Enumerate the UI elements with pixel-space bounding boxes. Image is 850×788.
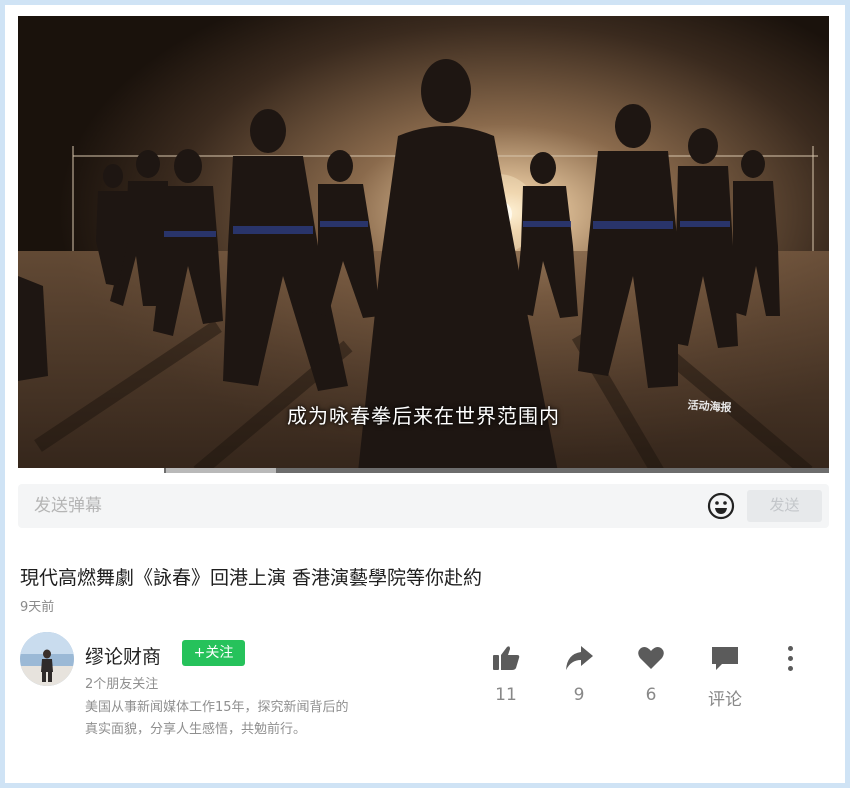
like-button[interactable]: 11 [476, 645, 536, 705]
author-name[interactable]: 缪论财商 [85, 642, 161, 669]
friends-following-text: 2个朋友关注 [85, 677, 159, 692]
author-bio: 美国从事新闻媒体工作15年，探究新闻背后的真实面貌，分享人生感悟，共勉前行。 [85, 700, 349, 737]
comment-button[interactable]: 评论 [695, 645, 755, 710]
post-time: 9天前 [20, 600, 55, 615]
like-count: 11 [495, 685, 517, 705]
share-button[interactable]: 9 [549, 645, 609, 705]
video-progress-fill [18, 468, 164, 473]
video-buffer-segment [166, 468, 276, 473]
heart-icon [621, 645, 681, 671]
author-avatar[interactable] [20, 632, 74, 686]
comment-label: 评论 [708, 690, 742, 710]
danmaku-send-button[interactable]: 发送 [747, 490, 822, 522]
video-progress-bar[interactable] [18, 468, 829, 473]
video-watermark: 活动海报 [687, 398, 732, 415]
follow-button[interactable]: +关注 [182, 640, 245, 666]
post-card: 成为咏春拳后来在世界范围内 活动海报 发送 現代高燃舞劇《詠春》回港上演 香港演… [5, 5, 845, 783]
comment-icon [695, 645, 755, 671]
favorite-count: 6 [645, 685, 657, 705]
favorite-button[interactable]: 6 [621, 645, 681, 705]
smiley-icon[interactable] [707, 492, 735, 520]
share-count: 9 [573, 685, 585, 705]
post-title[interactable]: 現代高燃舞劇《詠春》回港上演 香港演藝學院等你赴約 [20, 563, 482, 590]
more-vertical-icon[interactable] [780, 643, 800, 677]
danmaku-input[interactable] [34, 495, 634, 517]
danmaku-bar: 发送 [18, 484, 829, 528]
thumbs-up-icon [476, 645, 536, 671]
share-arrow-icon [549, 645, 609, 671]
video-player[interactable]: 成为咏春拳后来在世界范围内 活动海报 [18, 16, 829, 472]
